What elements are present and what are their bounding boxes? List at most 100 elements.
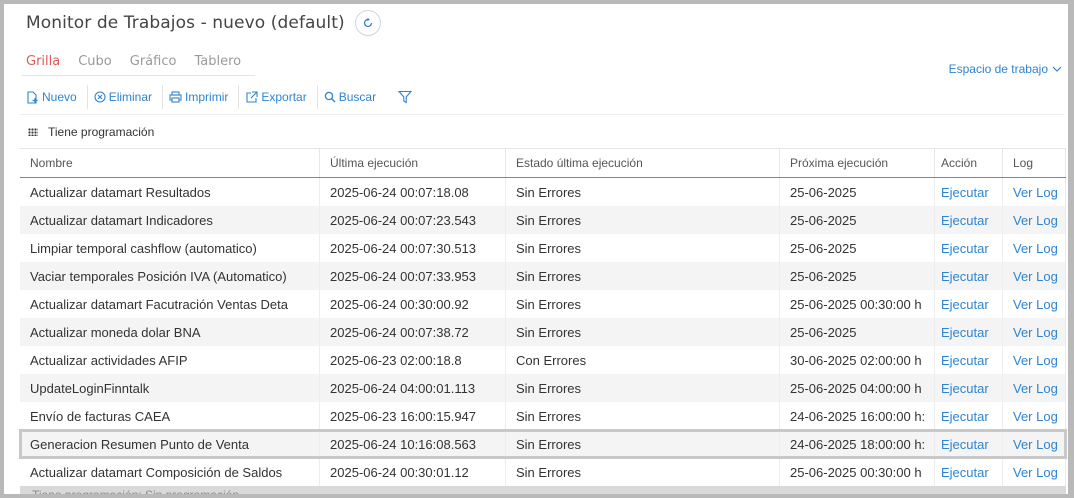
- ver-log-link[interactable]: Ver Log: [1003, 374, 1066, 402]
- ejecutar-link[interactable]: Ejecutar: [935, 458, 1003, 486]
- eliminar-button[interactable]: Eliminar: [88, 85, 164, 109]
- cell-estado: Sin Errores: [506, 318, 780, 346]
- group-header-sin-programacion[interactable]: Tiene programación: Sin programación: [20, 486, 1066, 494]
- imprimir-button[interactable]: Imprimir: [163, 85, 240, 109]
- exportar-label: Exportar: [261, 90, 307, 104]
- exportar-button[interactable]: Exportar: [239, 85, 318, 109]
- ver-log-link[interactable]: Ver Log: [1003, 318, 1066, 346]
- group-header[interactable]: Tiene programación: [20, 114, 1064, 148]
- tab-cubo[interactable]: Cubo: [74, 52, 116, 75]
- cell-proxima-ejecucion: 25-06-2025 04:00:00 h: [780, 374, 935, 402]
- cell-estado: Sin Errores: [506, 430, 780, 458]
- cell-ultima-ejecucion: 2025-06-24 00:07:18.08: [320, 178, 506, 206]
- ejecutar-link[interactable]: Ejecutar: [935, 234, 1003, 262]
- app-window: Monitor de Trabajos - nuevo (default) Gr…: [0, 0, 1074, 498]
- cell-proxima-ejecucion: 25-06-2025: [780, 318, 935, 346]
- workspace-label: Espacio de trabajo: [948, 62, 1048, 76]
- cell-nombre: Actualizar datamart Resultados: [20, 178, 320, 206]
- eliminar-label: Eliminar: [108, 90, 153, 104]
- cell-proxima-ejecucion: 25-06-2025: [780, 262, 935, 290]
- tab-tablero[interactable]: Tablero: [190, 52, 245, 75]
- ver-log-link[interactable]: Ver Log: [1003, 346, 1066, 374]
- table-row[interactable]: Vaciar temporales Posición IVA (Automati…: [20, 262, 1066, 290]
- filter-icon[interactable]: [398, 90, 413, 104]
- drag-grip-icon: [28, 127, 38, 136]
- cell-estado: Sin Errores: [506, 374, 780, 402]
- cell-proxima-ejecucion: 25-06-2025 00:30:00 h: [780, 290, 935, 318]
- ejecutar-link[interactable]: Ejecutar: [935, 318, 1003, 346]
- cell-ultima-ejecucion: 2025-06-24 00:07:30.513: [320, 234, 506, 262]
- buscar-button[interactable]: Buscar: [318, 85, 386, 109]
- ver-log-link[interactable]: Ver Log: [1003, 290, 1066, 318]
- cell-ultima-ejecucion: 2025-06-24 00:07:23.543: [320, 206, 506, 234]
- view-tabs: Grilla Cubo Gráfico Tablero: [22, 52, 256, 76]
- cell-nombre: Actualizar datamart Composición de Saldo…: [20, 458, 320, 486]
- column-header-accion[interactable]: Acción: [935, 149, 1003, 177]
- column-header-nombre[interactable]: Nombre: [20, 149, 320, 177]
- ejecutar-link[interactable]: Ejecutar: [935, 262, 1003, 290]
- column-header-proxima-ejecucion[interactable]: Próxima ejecución: [780, 149, 935, 177]
- table-row[interactable]: UpdateLoginFinntalk 2025-06-24 04:00:01.1…: [20, 374, 1066, 402]
- ver-log-link[interactable]: Ver Log: [1003, 206, 1066, 234]
- cell-nombre: Generacion Resumen Punto de Venta: [20, 430, 320, 458]
- cell-ultima-ejecucion: 2025-06-24 10:16:08.563: [320, 430, 506, 458]
- tab-grafico[interactable]: Gráfico: [126, 52, 181, 75]
- header: Monitor de Trabajos - nuevo (default): [26, 8, 381, 38]
- ejecutar-link[interactable]: Ejecutar: [935, 430, 1003, 458]
- table-row[interactable]: Actualizar actividades AFIP 2025-06-23 02…: [20, 346, 1066, 374]
- cell-ultima-ejecucion: 2025-06-24 04:00:01.113: [320, 374, 506, 402]
- cell-estado: Sin Errores: [506, 234, 780, 262]
- ver-log-link[interactable]: Ver Log: [1003, 234, 1066, 262]
- cell-ultima-ejecucion: 2025-06-24 00:30:00.92: [320, 290, 506, 318]
- ejecutar-link[interactable]: Ejecutar: [935, 402, 1003, 430]
- ver-log-link[interactable]: Ver Log: [1003, 178, 1066, 206]
- column-header-estado[interactable]: Estado última ejecución: [506, 149, 780, 177]
- table-header-row: Nombre Última ejecución Estado última ej…: [20, 149, 1066, 178]
- delete-circle-icon: [94, 91, 106, 103]
- cell-estado: Sin Errores: [506, 206, 780, 234]
- table-row[interactable]: Actualizar datamart Facutración Ventas D…: [20, 290, 1066, 318]
- ejecutar-link[interactable]: Ejecutar: [935, 346, 1003, 374]
- table-row[interactable]: Actualizar datamart Indicadores 2025-06-2…: [20, 206, 1066, 234]
- ver-log-link[interactable]: Ver Log: [1003, 402, 1066, 430]
- workspace-dropdown[interactable]: Espacio de trabajo: [949, 62, 1062, 76]
- new-document-icon: [27, 90, 38, 104]
- nuevo-button[interactable]: Nuevo: [20, 85, 88, 109]
- cell-nombre: Actualizar datamart Facutración Ventas D…: [20, 290, 320, 318]
- cell-nombre: Vaciar temporales Posición IVA (Automati…: [20, 262, 320, 290]
- jobs-table: Nombre Última ejecución Estado última ej…: [19, 148, 1067, 486]
- table-row[interactable]: Generacion Resumen Punto de Venta 2025-06…: [19, 429, 1067, 459]
- table-row[interactable]: Actualizar datamart Composición de Saldo…: [20, 458, 1066, 486]
- nuevo-label: Nuevo: [42, 90, 77, 104]
- page-title: Monitor de Trabajos - nuevo (default): [26, 13, 345, 33]
- table-row[interactable]: Limpiar temporal cashflow (automatico) 20…: [20, 234, 1066, 262]
- ver-log-link[interactable]: Ver Log: [1003, 262, 1066, 290]
- ejecutar-link[interactable]: Ejecutar: [935, 178, 1003, 206]
- printer-icon: [169, 91, 182, 103]
- cell-nombre: Actualizar moneda dolar BNA: [20, 318, 320, 346]
- cell-proxima-ejecucion: 25-06-2025 00:30:00 h: [780, 458, 935, 486]
- cell-estado: Sin Errores: [506, 178, 780, 206]
- ejecutar-link[interactable]: Ejecutar: [935, 290, 1003, 318]
- table-row[interactable]: Actualizar moneda dolar BNA 2025-06-24 00…: [20, 318, 1066, 346]
- search-icon: [324, 91, 336, 103]
- cell-nombre: UpdateLoginFinntalk: [20, 374, 320, 402]
- table-row[interactable]: Envío de facturas CAEA 2025-06-23 16:00:1…: [20, 402, 1066, 430]
- refresh-button[interactable]: [354, 10, 381, 36]
- ver-log-link[interactable]: Ver Log: [1003, 458, 1066, 486]
- cell-estado: Sin Errores: [506, 262, 780, 290]
- imprimir-label: Imprimir: [185, 90, 229, 104]
- ver-log-link[interactable]: Ver Log: [1003, 430, 1066, 458]
- column-header-ultima-ejecucion[interactable]: Última ejecución: [320, 149, 506, 177]
- column-header-log[interactable]: Log: [1003, 149, 1066, 177]
- toolbar: Nuevo Eliminar Imprimir Exportar Buscar: [20, 82, 413, 112]
- ejecutar-link[interactable]: Ejecutar: [935, 206, 1003, 234]
- cell-ultima-ejecucion: 2025-06-23 16:00:15.947: [320, 402, 506, 430]
- table-row[interactable]: Actualizar datamart Resultados 2025-06-24…: [20, 178, 1066, 206]
- cell-proxima-ejecucion: 25-06-2025: [780, 234, 935, 262]
- buscar-label: Buscar: [338, 90, 377, 104]
- ejecutar-link[interactable]: Ejecutar: [935, 374, 1003, 402]
- cell-estado: Sin Errores: [506, 402, 780, 430]
- tab-grilla[interactable]: Grilla: [22, 52, 64, 75]
- cell-estado: Sin Errores: [506, 290, 780, 318]
